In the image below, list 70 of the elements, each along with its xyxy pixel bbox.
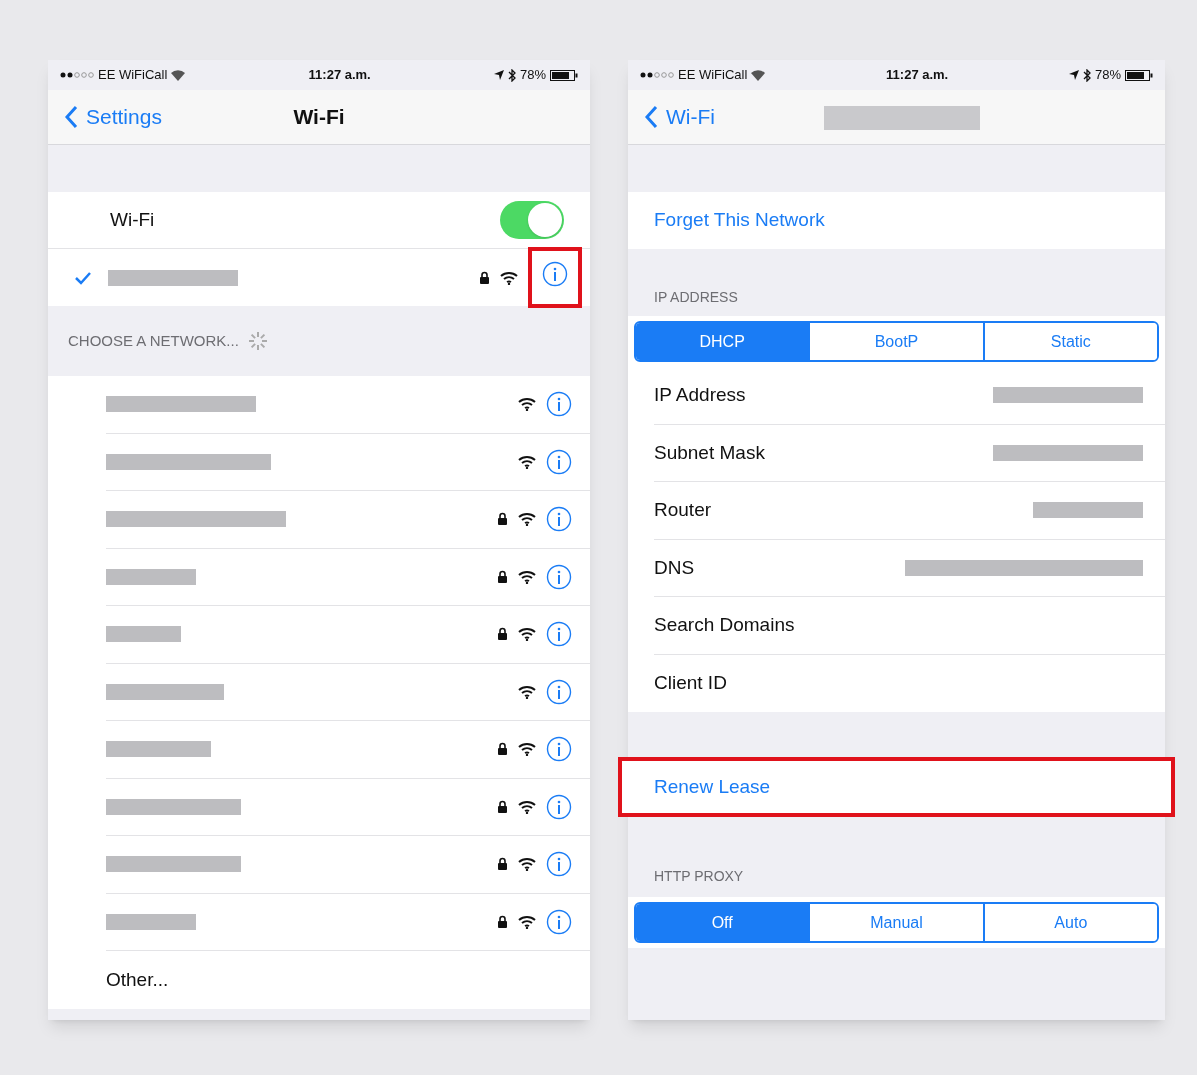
segment-tab[interactable]: Static xyxy=(982,323,1157,360)
section-header: CHOOSE A NETWORK... xyxy=(68,330,239,351)
carrier-label: EE WiFiCall xyxy=(678,66,748,85)
field-label: Client ID xyxy=(654,671,727,695)
section-header: IP ADDRESS xyxy=(654,288,738,307)
info-icon[interactable] xyxy=(542,261,568,287)
info-icon[interactable] xyxy=(546,621,572,648)
back-button[interactable]: Settings xyxy=(64,101,162,133)
info-icon[interactable] xyxy=(546,678,572,705)
wifi-icon xyxy=(518,684,536,699)
battery-label: 78% xyxy=(1094,66,1121,85)
wifi-icon xyxy=(518,742,536,757)
loading-spinner-icon xyxy=(246,330,269,352)
chevron-left-icon xyxy=(64,105,78,129)
setting-label: Wi-Fi xyxy=(110,207,155,232)
time-label: 11:27 a.m. xyxy=(886,66,949,85)
signal-icon xyxy=(640,72,674,78)
segment-tab[interactable]: Auto xyxy=(982,904,1157,941)
battery-icon xyxy=(550,69,578,81)
wifi-icon xyxy=(518,627,536,642)
lock-icon xyxy=(497,627,508,642)
segment-tab[interactable]: Off xyxy=(636,904,809,941)
back-button[interactable]: Wi-Fi xyxy=(644,101,715,133)
wifi-icon xyxy=(518,914,536,929)
wifi-toggle[interactable] xyxy=(500,201,564,239)
bluetooth-icon xyxy=(507,68,516,82)
info-icon[interactable] xyxy=(546,793,572,820)
lock-icon xyxy=(479,270,490,285)
lock-icon xyxy=(497,512,508,527)
wifi-icon xyxy=(500,270,518,285)
info-icon[interactable] xyxy=(546,563,572,590)
wifi-icon xyxy=(171,69,186,81)
wifi-icon xyxy=(518,454,536,469)
location-icon xyxy=(1068,70,1079,80)
lock-icon xyxy=(497,914,508,929)
info-icon[interactable] xyxy=(546,908,572,935)
wifi-icon xyxy=(518,512,536,527)
field-label: Search Domains xyxy=(654,613,795,637)
location-icon xyxy=(493,70,504,80)
time-label: 11:27 a.m. xyxy=(308,66,371,85)
battery-icon xyxy=(1125,69,1153,81)
wifi-icon xyxy=(518,397,536,412)
info-icon[interactable] xyxy=(546,851,572,878)
lock-icon xyxy=(497,569,508,584)
bluetooth-icon xyxy=(1082,68,1091,82)
carrier-label: EE WiFiCall xyxy=(98,66,168,85)
segment-tab[interactable]: DHCP xyxy=(636,323,809,360)
info-icon[interactable] xyxy=(546,506,572,533)
wifi-icon xyxy=(518,857,536,872)
info-icon[interactable] xyxy=(546,391,572,418)
info-icon[interactable] xyxy=(546,448,572,475)
lock-icon xyxy=(497,799,508,814)
renew-lease-button[interactable]: Renew Lease xyxy=(618,757,1175,817)
forget-network-link[interactable]: Forget This Network xyxy=(654,206,825,235)
screen-title: Wi-Fi xyxy=(293,104,345,131)
field-label: IP Address xyxy=(654,383,746,407)
info-icon[interactable] xyxy=(546,736,572,763)
lock-icon xyxy=(497,742,508,757)
field-label: DNS xyxy=(654,555,695,580)
field-label: Router xyxy=(654,498,712,522)
section-header: HTTP PROXY xyxy=(654,867,744,886)
chevron-left-icon xyxy=(644,105,658,129)
other-network-item[interactable]: Other... xyxy=(106,965,169,994)
wifi-icon xyxy=(518,799,536,814)
lock-icon xyxy=(497,857,508,872)
field-label: Subnet Mask xyxy=(654,440,765,465)
wifi-icon xyxy=(518,569,536,584)
wifi-icon xyxy=(751,69,766,81)
battery-label: 78% xyxy=(519,66,546,85)
signal-icon xyxy=(60,72,94,78)
